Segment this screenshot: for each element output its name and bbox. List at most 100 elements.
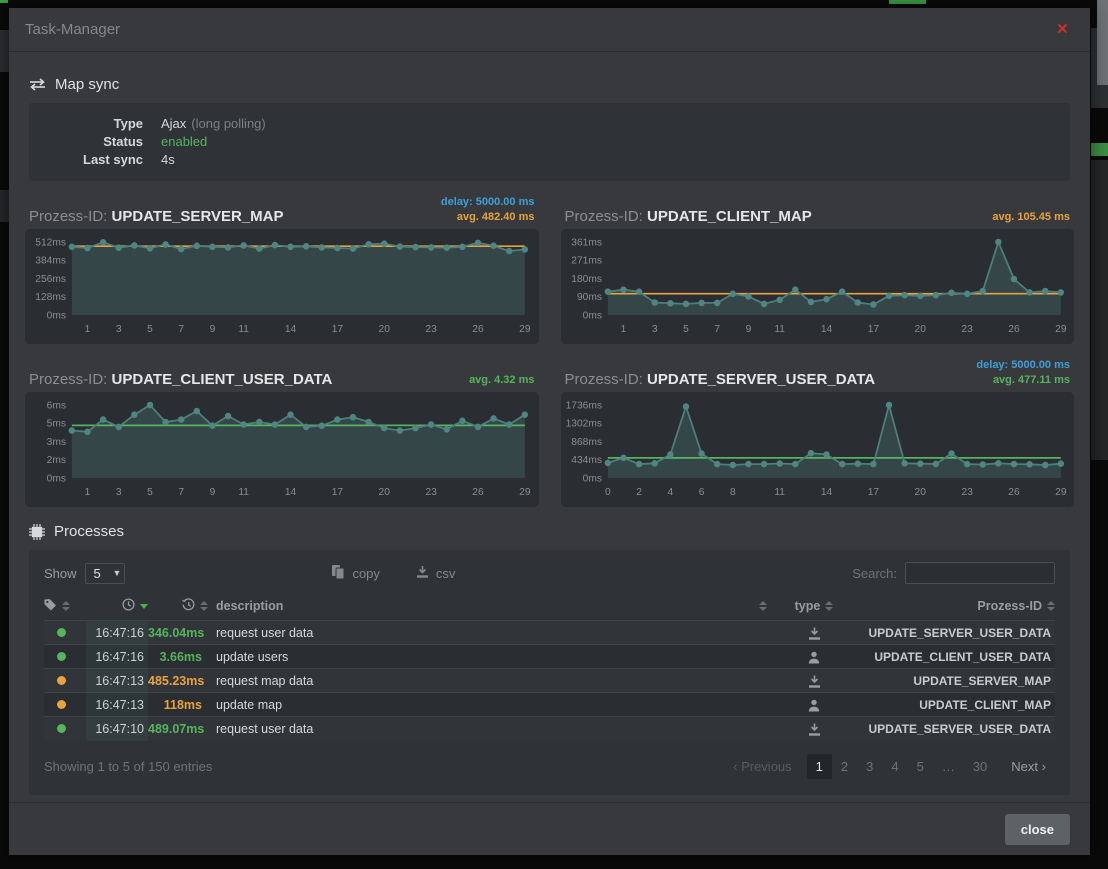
- row-description: update map: [208, 698, 769, 712]
- previous-page-button[interactable]: ‹ Previous: [724, 754, 801, 779]
- process-table: description type Prozess-ID 16:47:16346.…: [44, 596, 1055, 740]
- row-prozess-id: UPDATE_SERVER_USER_DATA: [859, 722, 1055, 736]
- svg-text:9: 9: [210, 487, 216, 498]
- col-prozess-id[interactable]: Prozess-ID: [859, 599, 1055, 613]
- svg-text:0ms: 0ms: [582, 473, 601, 484]
- chevron-left-icon: ‹: [733, 759, 737, 774]
- col-time[interactable]: [86, 598, 148, 614]
- chart-stats: avg. 105.45 ms: [992, 210, 1070, 225]
- col-type[interactable]: type: [769, 599, 859, 613]
- svg-text:17: 17: [867, 487, 879, 498]
- copy-icon: [332, 565, 345, 582]
- show-entries: Show 5 ▼: [44, 563, 121, 584]
- svg-text:256ms: 256ms: [35, 274, 66, 285]
- svg-text:1: 1: [85, 324, 91, 335]
- chart-stats: delay: 5000.00 ms avg. 477.11 ms: [976, 358, 1070, 388]
- row-description: request user data: [208, 722, 769, 736]
- show-entries-select[interactable]: 5: [85, 563, 125, 584]
- svg-text:26: 26: [472, 324, 484, 335]
- svg-text:23: 23: [425, 487, 437, 498]
- page-button-4[interactable]: 4: [882, 754, 907, 779]
- status-dot: [57, 628, 66, 637]
- svg-text:4: 4: [667, 487, 673, 498]
- chart-stats: delay: 5000.00 ms avg. 482.40 ms: [441, 195, 535, 225]
- page-button-2[interactable]: 2: [832, 754, 857, 779]
- sort-desc-icon: [140, 604, 148, 609]
- chart-title: Prozess-ID: UPDATE_SERVER_USER_DATA: [565, 371, 876, 388]
- modal-footer: close: [9, 802, 1090, 855]
- page-button-5[interactable]: 5: [908, 754, 933, 779]
- last-sync-value: 4s: [161, 151, 175, 169]
- table-row[interactable]: 16:47:13118msupdate mapUPDATE_CLIENT_MAP: [44, 692, 1055, 716]
- col-description[interactable]: description: [208, 599, 769, 613]
- page-button-…[interactable]: …: [933, 754, 964, 779]
- svg-text:5ms: 5ms: [47, 419, 66, 430]
- close-button[interactable]: close: [1005, 814, 1070, 845]
- scrollbar-thumb[interactable]: [1097, 0, 1108, 85]
- svg-text:20: 20: [914, 324, 926, 335]
- backdrop-fragment: [1091, 160, 1108, 460]
- search-input[interactable]: [905, 562, 1055, 584]
- table-row[interactable]: 16:47:10489.07msrequest user dataUPDATE_…: [44, 716, 1055, 740]
- server-download-icon: [808, 723, 821, 736]
- row-prozess-id: UPDATE_SERVER_MAP: [859, 674, 1055, 688]
- svg-text:868ms: 868ms: [571, 437, 602, 448]
- download-icon: [416, 565, 429, 581]
- charts-grid: Prozess-ID: UPDATE_SERVER_MAP delay: 500…: [25, 195, 1074, 507]
- col-duration[interactable]: [148, 598, 208, 614]
- svg-text:5: 5: [147, 487, 153, 498]
- map-sync-title: Map sync: [55, 76, 119, 93]
- csv-button[interactable]: csv: [410, 564, 462, 583]
- pagination: ‹ Previous 12345…30 Next ›: [724, 754, 1055, 779]
- svg-text:1: 1: [85, 487, 91, 498]
- row-duration: 118ms: [148, 698, 208, 712]
- svg-text:11: 11: [774, 324, 785, 335]
- chart-update-server-map: 0ms128ms256ms384ms512ms13579111417202326…: [25, 229, 539, 344]
- row-duration: 485.23ms: [148, 674, 208, 688]
- svg-text:17: 17: [867, 324, 879, 335]
- row-description: request user data: [208, 626, 769, 640]
- chart-stats: avg. 4.32 ms: [469, 373, 534, 388]
- table-row[interactable]: 16:47:16346.04msrequest user dataUPDATE_…: [44, 620, 1055, 644]
- exchange-arrows-icon: [29, 78, 46, 91]
- svg-text:7: 7: [178, 324, 184, 335]
- history-icon: [182, 598, 195, 614]
- page-button-30[interactable]: 30: [964, 754, 996, 779]
- processes-title: Processes: [54, 523, 124, 540]
- svg-text:29: 29: [1055, 324, 1067, 335]
- table-row[interactable]: 16:47:13485.23msrequest map dataUPDATE_S…: [44, 668, 1055, 692]
- svg-text:0ms: 0ms: [47, 473, 66, 484]
- row-description: update users: [208, 650, 769, 664]
- close-icon[interactable]: ×: [1051, 18, 1074, 41]
- svg-text:512ms: 512ms: [35, 237, 66, 248]
- col-status[interactable]: [44, 598, 86, 614]
- map-sync-panel: Type Ajax (long polling) Status enabled …: [29, 103, 1070, 181]
- svg-text:23: 23: [425, 324, 437, 335]
- table-footer: Showing 1 to 5 of 150 entries ‹ Previous…: [44, 754, 1055, 779]
- processes-panel: Show 5 ▼ copy: [29, 550, 1070, 795]
- modal-header: Task-Manager ×: [9, 8, 1090, 52]
- svg-text:11: 11: [774, 487, 785, 498]
- row-prozess-id: UPDATE_CLIENT_MAP: [859, 698, 1055, 712]
- sort-icon: [759, 601, 767, 611]
- chart-header: Prozess-ID: UPDATE_SERVER_USER_DATA dela…: [561, 358, 1075, 392]
- chart-header: Prozess-ID: UPDATE_CLIENT_USER_DATA avg.…: [25, 358, 539, 392]
- svg-text:9: 9: [745, 324, 751, 335]
- svg-text:3ms: 3ms: [47, 437, 66, 448]
- row-time: 16:47:16: [86, 645, 148, 669]
- svg-text:434ms: 434ms: [571, 455, 602, 466]
- table-controls: Show 5 ▼ copy: [44, 562, 1055, 584]
- page-button-3[interactable]: 3: [857, 754, 882, 779]
- page-button-1[interactable]: 1: [807, 754, 832, 779]
- svg-text:7: 7: [178, 487, 184, 498]
- svg-text:29: 29: [1055, 487, 1067, 498]
- svg-text:11: 11: [238, 324, 249, 335]
- svg-text:26: 26: [472, 487, 484, 498]
- next-page-button[interactable]: Next ›: [1002, 754, 1055, 779]
- row-prozess-id: UPDATE_CLIENT_USER_DATA: [859, 650, 1055, 664]
- chart-title: Prozess-ID: UPDATE_CLIENT_USER_DATA: [29, 371, 332, 388]
- copy-button[interactable]: copy: [326, 564, 385, 583]
- svg-text:14: 14: [820, 487, 832, 498]
- table-row[interactable]: 16:47:163.66msupdate usersUPDATE_CLIENT_…: [44, 644, 1055, 668]
- chart-title: Prozess-ID: UPDATE_SERVER_MAP: [29, 208, 284, 225]
